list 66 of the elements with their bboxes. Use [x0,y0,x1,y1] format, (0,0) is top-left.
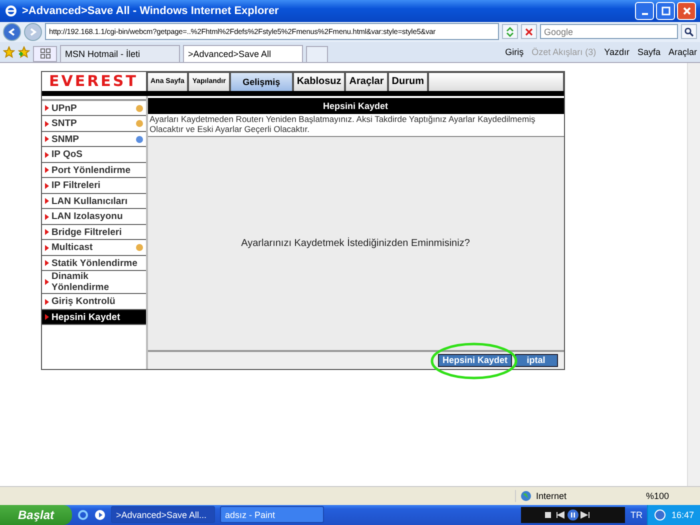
taskbar-button[interactable]: adsız - Paint [220,506,324,524]
arrow-icon [44,214,48,220]
logo: EVEREST [48,72,139,91]
nav-tab[interactable]: Araçlar [345,72,388,91]
sidebar-item[interactable]: SNTP [42,116,146,132]
confirm-question: Ayarlarınızı Kaydetmek İstediğinizden Eminmisiniz? [241,238,470,250]
refresh-icon [505,26,515,37]
add-favorite-icon[interactable] [18,46,30,58]
refresh-button[interactable] [502,24,518,40]
globe-icon [520,490,532,502]
sidebar-item[interactable]: IP Filtreleri [42,178,146,194]
save-all-button[interactable]: Hepsini Kaydet [438,354,512,367]
quick-tabs-button[interactable] [33,46,57,62]
zoom-button[interactable]: %100 [640,490,700,502]
stop-button[interactable] [521,24,537,40]
sidebar-item[interactable]: LAN Izolasyonu [42,209,146,225]
arrow-icon [44,105,48,111]
arrow-icon [44,120,48,126]
command-button[interactable]: Sayfa [637,46,660,57]
sidebar-item[interactable]: IP QoS [42,147,146,163]
browser-tab[interactable]: >Advanced>Save All [183,44,303,62]
panel-title: Hepsini Kaydet [148,98,564,114]
command-button[interactable]: Giriş [505,46,524,57]
sidebar-item[interactable]: Multicast [42,240,146,256]
arrow-icon [44,279,48,286]
close-icon [682,6,692,16]
scrollbar[interactable] [687,62,700,486]
back-button[interactable] [3,22,21,41]
media-play-icon[interactable] [94,508,106,521]
forward-button[interactable] [24,22,42,41]
arrow-icon [44,314,48,320]
sidebar-item[interactable]: Dinamik Yönlendirme [42,271,146,294]
arrow-icon [44,182,48,188]
sidebar-item[interactable]: Giriş Kontrolü [42,294,146,310]
cancel-button[interactable]: iptal [514,354,558,367]
command-button[interactable]: Yazdır [604,46,630,57]
window-title: >Advanced>Save All - Windows Internet Explorer [22,4,280,17]
arrow-icon [44,244,48,250]
security-zone: Internet [536,491,567,502]
command-button[interactable]: Araçlar [668,46,697,57]
search-button[interactable] [681,24,697,40]
arrow-icon [44,229,48,235]
sidebar-item[interactable]: Hepsini Kaydet [42,310,146,326]
nav-tab[interactable]: Durum [388,72,428,91]
minimize-icon [642,12,648,15]
close-button[interactable] [677,2,696,20]
clock: 16:47 [671,510,694,520]
search-field[interactable]: Google [540,24,678,40]
arrow-icon [44,298,48,304]
arrow-icon [44,136,48,142]
nav-tab[interactable]: Kablosuz [292,72,346,91]
arrow-icon [44,167,48,173]
maximize-button[interactable] [656,2,675,20]
arrow-icon [44,198,48,204]
arrow-icon [44,152,48,158]
taskbar-button[interactable]: >Advanced>Save All... [111,506,215,524]
arrow-icon [44,260,48,266]
search-icon [684,26,694,37]
minimize-button[interactable] [635,2,654,20]
language-indicator[interactable]: TR [630,510,642,520]
star-icon[interactable] [3,46,15,58]
maximize-icon [660,6,670,16]
grid-icon [40,48,50,60]
nav-tab[interactable]: Gelişmiş [230,72,293,91]
stop-icon [524,26,534,37]
browser-tab[interactable]: MSN Hotmail - İleti [60,44,180,62]
